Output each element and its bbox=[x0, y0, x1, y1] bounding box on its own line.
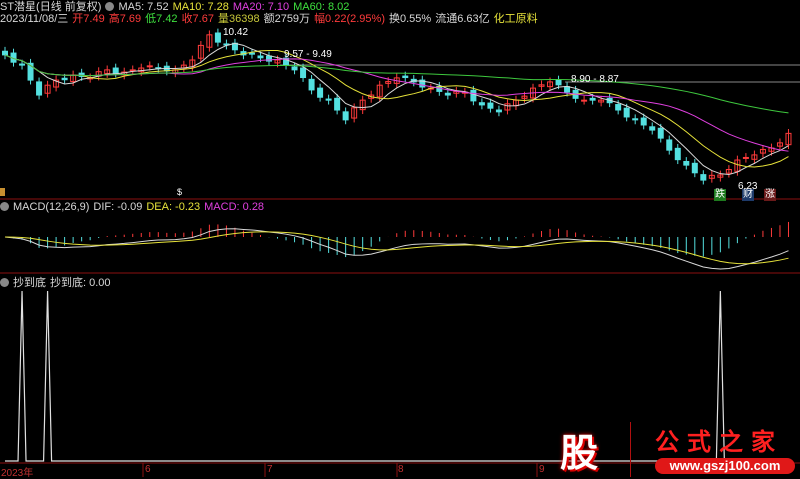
indicator-header: 抄到底 抄到底: 0.00 bbox=[0, 277, 115, 289]
quote-change: 幅0.22(2.95%) bbox=[314, 13, 385, 25]
candle-body bbox=[657, 127, 664, 139]
ma60-label: MA60: 8.02 bbox=[293, 1, 350, 13]
candle-body bbox=[700, 174, 707, 181]
candle-body bbox=[742, 156, 749, 159]
candle-body bbox=[325, 98, 332, 101]
ma5-label: MA5: 7.52 bbox=[118, 1, 169, 13]
candle-body bbox=[308, 78, 315, 91]
ma20-label: MA20: 7.10 bbox=[232, 1, 290, 13]
indicator-name[interactable]: 抄到底 bbox=[13, 277, 46, 289]
candle-body bbox=[470, 89, 477, 102]
candle-body bbox=[146, 65, 153, 68]
candle-body bbox=[487, 102, 494, 109]
candle-body bbox=[589, 97, 596, 101]
candle-body bbox=[291, 66, 298, 71]
macd-dea: DEA: -0.23 bbox=[146, 201, 201, 213]
candle-body bbox=[683, 160, 690, 166]
macd-value: MACD: 0.28 bbox=[204, 201, 265, 213]
ma10-label: MA10: 7.28 bbox=[172, 1, 229, 13]
candle-body bbox=[581, 99, 588, 102]
quote-row: 2023/11/08/三 开7.49 高7.69 低7.42 收7.67 量36398 额2… bbox=[0, 13, 542, 25]
candle-body bbox=[691, 162, 698, 174]
candle-body bbox=[623, 107, 630, 118]
candle-body bbox=[2, 50, 8, 56]
ma5-line bbox=[4, 42, 789, 176]
dropdown-icon[interactable] bbox=[105, 2, 115, 11]
quote-low: 低7.42 bbox=[145, 13, 178, 25]
event-marker-icon[interactable] bbox=[0, 188, 5, 196]
candle-body bbox=[666, 139, 673, 151]
dollar-marker[interactable]: $ bbox=[176, 186, 183, 198]
candle-body bbox=[444, 92, 451, 96]
quote-date: 2023/11/08/三 bbox=[0, 13, 69, 25]
candle-body bbox=[674, 147, 681, 161]
logo-url: www.gszj100.com bbox=[655, 458, 795, 474]
candle-body bbox=[112, 67, 119, 74]
quote-close: 收7.67 bbox=[181, 13, 214, 25]
down-tag[interactable]: 跌 bbox=[714, 189, 726, 201]
high-annotation: 10.42 bbox=[223, 27, 249, 38]
quote-high: 高7.69 bbox=[108, 13, 142, 25]
x-label-jul: 7 bbox=[267, 464, 273, 475]
quote-volume: 量36398 bbox=[217, 13, 260, 25]
candle-body bbox=[334, 97, 341, 111]
watermark-logo: 股 公式之家 www.gszj100.com bbox=[555, 420, 800, 477]
x-label-jun: 6 bbox=[145, 464, 151, 475]
candle-body bbox=[649, 126, 656, 131]
candle-body bbox=[640, 117, 647, 126]
quote-industry: 化工原料 bbox=[493, 13, 538, 25]
quote-open: 开7.49 bbox=[72, 13, 105, 25]
candle-body bbox=[632, 118, 639, 121]
up-tag[interactable]: 涨 bbox=[764, 189, 776, 201]
quote-amount: 额2759万 bbox=[263, 13, 311, 25]
header-row: ST潜星(日线 前复权) MA5: 7.52 MA10: 7.28 MA20: 7.1… bbox=[0, 1, 353, 13]
indicator-dropdown-icon[interactable] bbox=[0, 278, 9, 287]
logo-char: 股 bbox=[560, 433, 599, 475]
candle-body bbox=[36, 81, 43, 96]
macd-header: MACD(12,26,9) DIF: -0.09 DEA: -0.23 MACD: 0… bbox=[0, 201, 268, 213]
indicator-value: 抄到底: 0.00 bbox=[50, 277, 111, 289]
candle-body bbox=[317, 87, 324, 98]
candle-body bbox=[248, 52, 255, 55]
stock-title[interactable]: ST潜星(日线 前复权) bbox=[0, 1, 101, 13]
ma20-line bbox=[4, 54, 789, 152]
candle-body bbox=[214, 32, 221, 43]
candle-body bbox=[615, 104, 622, 111]
logo-divider bbox=[630, 422, 631, 477]
candle-body bbox=[478, 102, 485, 106]
level1-annotation: 9.57 - 9.49 bbox=[284, 49, 332, 60]
candle-body bbox=[19, 63, 26, 66]
macd-title[interactable]: MACD(12,26,9) bbox=[13, 201, 89, 213]
level2-annotation: 8.90 - 8.87 bbox=[571, 74, 619, 85]
x-label-aug: 8 bbox=[398, 464, 404, 475]
candle-body bbox=[300, 67, 307, 79]
macd-dif: DIF: -0.09 bbox=[93, 201, 143, 213]
macd-dropdown-icon[interactable] bbox=[0, 202, 9, 211]
candle-body bbox=[564, 86, 571, 93]
logo-text: 公式之家 bbox=[655, 427, 783, 456]
candle-body bbox=[555, 79, 562, 86]
finance-tag[interactable]: 财 bbox=[742, 189, 754, 201]
candle-body bbox=[402, 75, 409, 79]
chart-canvas[interactable] bbox=[0, 0, 800, 477]
quote-turnover: 换0.55% bbox=[389, 13, 432, 25]
x-label-sep: 9 bbox=[539, 464, 545, 475]
candle-body bbox=[61, 77, 68, 81]
candle-body bbox=[342, 111, 349, 121]
candle-body bbox=[257, 55, 264, 59]
candle-body bbox=[495, 109, 502, 113]
quote-float-cap: 流通6.63亿 bbox=[435, 13, 490, 25]
